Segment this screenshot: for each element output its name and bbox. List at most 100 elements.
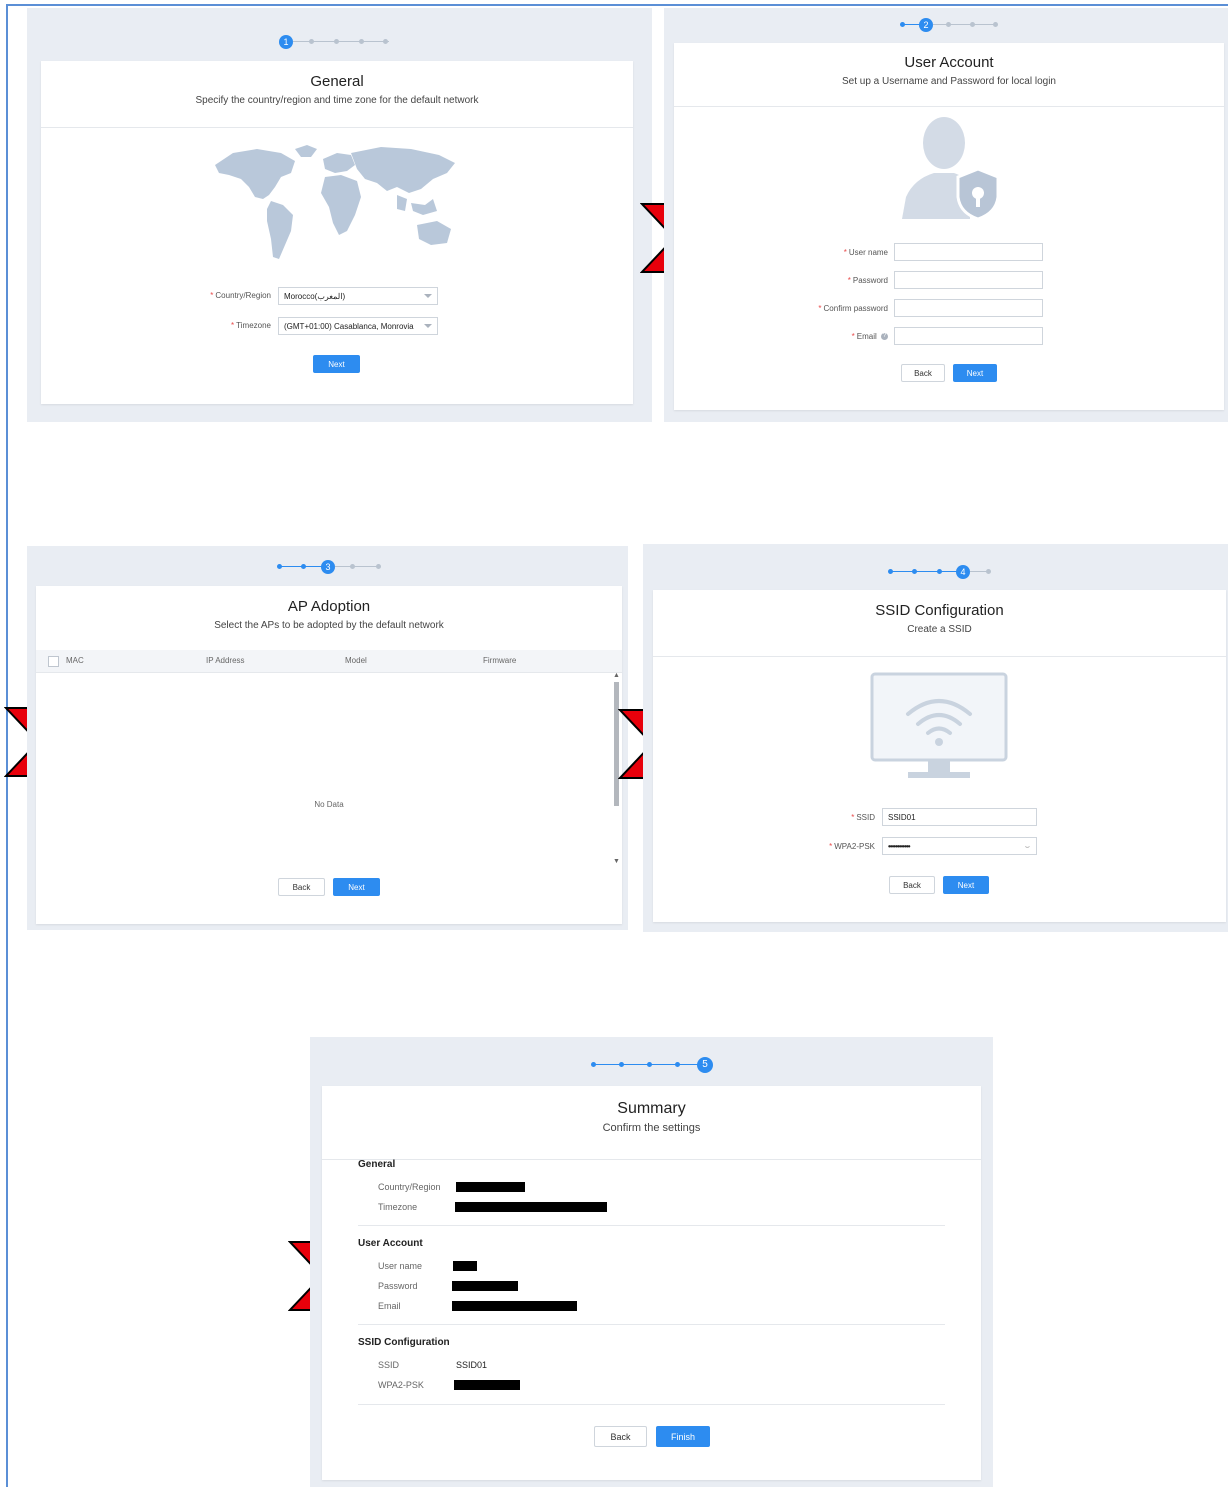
page-subtitle: Specify the country/region and time zone… <box>195 95 479 106</box>
back-button[interactable]: Back <box>889 876 935 894</box>
step-number-current: 3 <box>321 560 335 574</box>
confirm-password-label: * Confirm password <box>818 304 888 313</box>
column-header[interactable]: Firmware <box>483 656 516 665</box>
next-button[interactable]: Next <box>953 364 997 382</box>
chevron-down-icon <box>424 294 432 298</box>
summary-username-label: User name <box>378 1261 423 1271</box>
scroll-down-icon[interactable]: ▼ <box>613 858 620 865</box>
summary-timezone-label: Timezone <box>378 1202 418 1212</box>
select-all-checkbox[interactable] <box>48 656 59 667</box>
username-label: * User name <box>843 248 888 257</box>
column-header[interactable]: Model <box>345 656 367 665</box>
next-button[interactable]: Next <box>333 878 380 896</box>
summary-ssid-value: SSID01 <box>456 1360 488 1370</box>
ssid-step-panel: 4 SSID Configuration Create a SSID * SSID… <box>643 544 1228 932</box>
page-title: SSID Configuration <box>875 602 1004 619</box>
world-map-icon <box>215 145 455 259</box>
country-select[interactable]: Morocco(المغرب) <box>278 287 438 305</box>
ap-adoption-card: AP Adoption Select the APs to be adopted… <box>36 586 622 924</box>
step-connector <box>335 566 379 567</box>
step-indicator: 2 <box>900 18 1000 32</box>
user-account-step-panel: 2 User Account Set up a Username and Pas… <box>664 8 1228 422</box>
card-header: AP Adoption Select the APs to be adopted… <box>36 586 622 651</box>
redacted-country-value <box>456 1182 525 1192</box>
card-header: Summary Confirm the settings <box>322 1086 981 1160</box>
general-step-panel: 1 General Specify the country/region and… <box>27 8 652 422</box>
page-title: User Account <box>904 54 994 71</box>
page-subtitle: Select the APs to be adopted by the defa… <box>214 620 444 631</box>
step-indicator: 3 <box>277 560 382 574</box>
password-label: * Password <box>847 276 888 285</box>
empty-state-text: No Data <box>314 800 344 809</box>
next-button[interactable]: Next <box>313 355 360 373</box>
card-header: SSID Configuration Create a SSID <box>653 590 1226 657</box>
timezone-label: * Timezone <box>231 321 271 330</box>
step-dot <box>376 564 381 569</box>
step-indicator: 1 <box>279 35 399 49</box>
wifi-monitor-icon <box>870 672 1008 778</box>
psk-input[interactable]: •••••••••••• ⌣ <box>882 837 1037 855</box>
ssid-input[interactable]: SSID01 <box>882 808 1037 826</box>
step-dot-done <box>647 1062 652 1067</box>
ssid-label: * SSID <box>851 813 875 822</box>
password-input[interactable] <box>894 271 1043 289</box>
redacted-username-value <box>453 1261 477 1271</box>
page-title: Summary <box>617 1100 686 1117</box>
card-header: User Account Set up a Username and Passw… <box>674 43 1224 107</box>
general-card: General Specify the country/region and t… <box>41 61 633 404</box>
page-subtitle: Set up a Username and Password for local… <box>841 76 1056 87</box>
email-label: * Email ? <box>851 332 888 341</box>
summary-country-label: Country/Region <box>378 1182 441 1192</box>
help-icon[interactable]: ? <box>881 333 888 341</box>
page-title: General <box>310 73 364 90</box>
section-divider <box>358 1225 945 1226</box>
summary-email-label: Email <box>378 1301 401 1311</box>
next-button[interactable]: Next <box>943 876 989 894</box>
step-dot <box>350 564 355 569</box>
ap-adoption-step-panel: 3 AP Adoption Select the APs to be adopt… <box>27 546 628 930</box>
scroll-up-icon[interactable]: ▲ <box>613 672 620 679</box>
page-subtitle: Confirm the settings <box>602 1122 701 1134</box>
ssid-card: SSID Configuration Create a SSID * SSID S… <box>653 590 1226 922</box>
summary-ssid-label: SSID <box>378 1360 400 1370</box>
back-button[interactable]: Back <box>278 878 325 896</box>
step-dot <box>309 39 314 44</box>
step-connector <box>293 41 389 42</box>
step-dot <box>359 39 364 44</box>
username-input[interactable] <box>894 243 1043 261</box>
summary-ssid-heading: SSID Configuration <box>358 1337 450 1348</box>
page-subtitle: Create a SSID <box>907 624 972 635</box>
eye-hidden-icon[interactable]: ⌣ <box>1025 838 1030 854</box>
timezone-select[interactable]: (GMT+01:00) Casablanca, Monrovia <box>278 317 438 335</box>
summary-psk-label: WPA2-PSK <box>378 1380 424 1390</box>
country-label: * Country/Region <box>210 291 271 300</box>
column-header[interactable]: IP Address <box>206 656 245 665</box>
redacted-password-value <box>452 1281 518 1291</box>
step-dot <box>986 569 991 574</box>
step-connector <box>933 24 995 25</box>
summary-password-label: Password <box>378 1281 418 1291</box>
summary-general-heading: General <box>358 1159 396 1170</box>
back-button[interactable]: Back <box>901 364 945 382</box>
redacted-timezone-value <box>455 1202 607 1212</box>
step-indicator: 5 <box>591 1057 721 1073</box>
confirm-password-input[interactable] <box>894 299 1043 317</box>
step-number-current: 2 <box>919 18 933 32</box>
step-dot <box>993 22 998 27</box>
summary-card: Summary Confirm the settings General Cou… <box>322 1086 981 1480</box>
step-dot-done <box>675 1062 680 1067</box>
timezone-select-value: (GMT+01:00) Casablanca, Monrovia <box>284 322 414 331</box>
table-header: MAC IP Address Model Firmware <box>36 650 622 673</box>
summary-user-heading: User Account <box>358 1238 423 1249</box>
section-divider <box>358 1324 945 1325</box>
page-title: AP Adoption <box>287 598 371 615</box>
chevron-down-icon <box>424 324 432 328</box>
step-dot <box>946 22 951 27</box>
column-header[interactable]: MAC <box>66 656 84 665</box>
finish-button[interactable]: Finish <box>656 1426 710 1447</box>
step-dot-done <box>619 1062 624 1067</box>
email-input[interactable] <box>894 327 1043 345</box>
back-button[interactable]: Back <box>594 1426 647 1447</box>
redacted-email-value <box>452 1301 577 1311</box>
section-divider <box>358 1404 945 1405</box>
